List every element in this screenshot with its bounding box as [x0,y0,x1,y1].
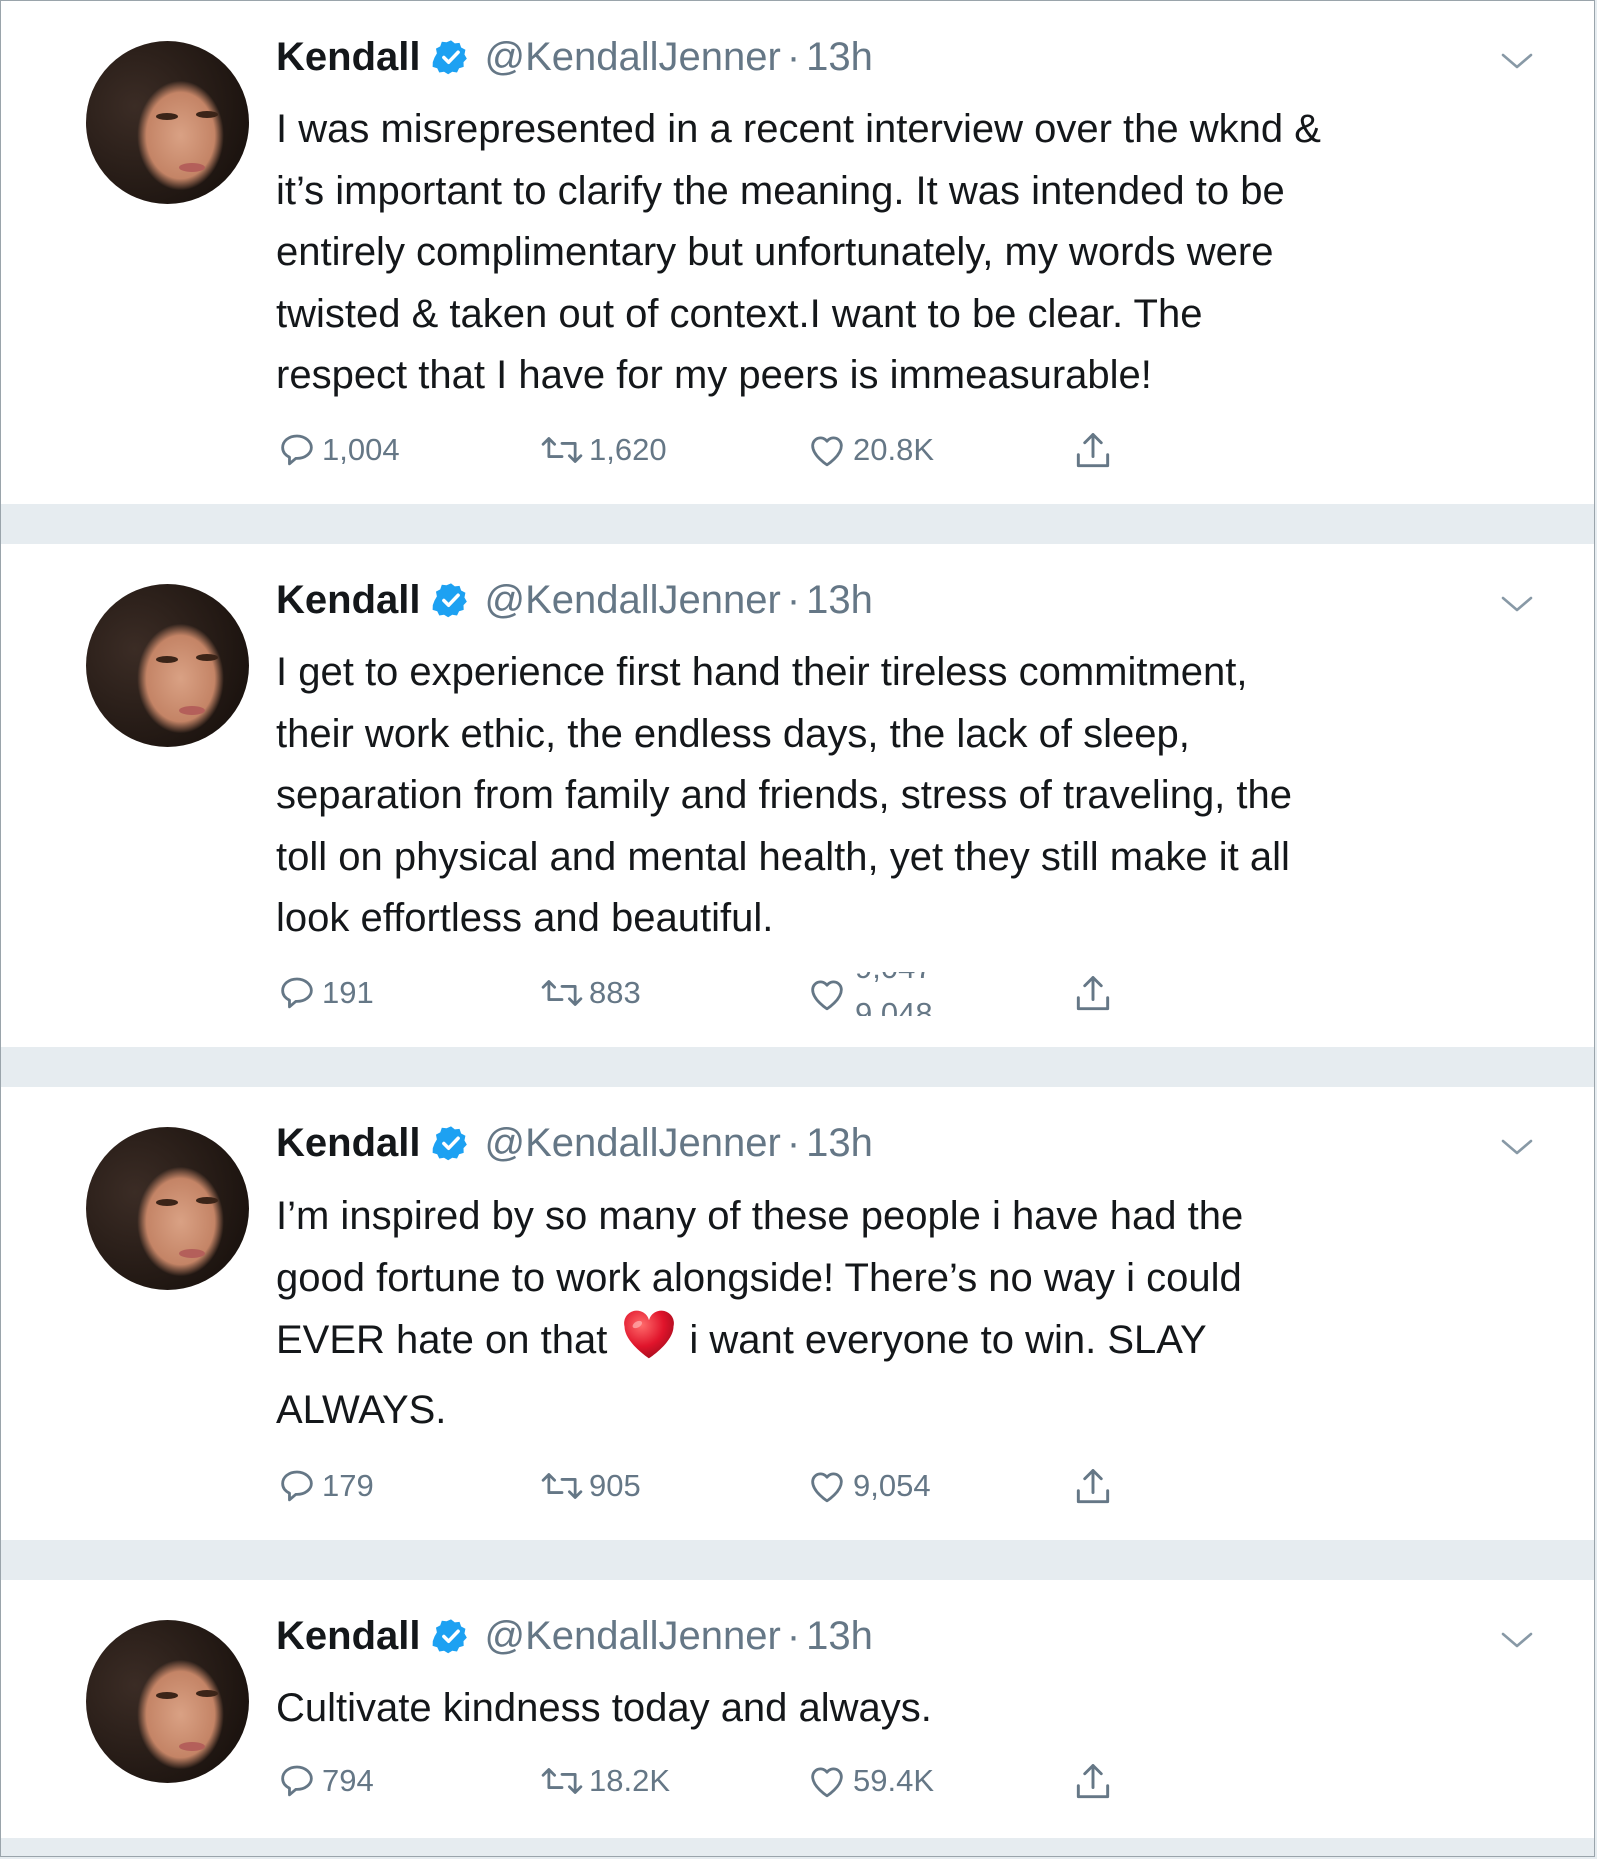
reply-count: 1,004 [322,432,400,467]
tweet-time[interactable]: 13h [806,33,873,81]
reply-button[interactable]: 1,004 [276,429,400,471]
avatar[interactable] [86,1127,249,1290]
avatar-eye-left [156,113,178,120]
tweet-3[interactable]: Kendall @KendallJenner · 13h I’m inspire… [1,1087,1594,1540]
tweet-text: Cultivate kindness today and always. [276,1686,932,1730]
tweet-time[interactable]: 13h [806,1612,873,1660]
verified-badge-icon [432,581,470,619]
avatar-lips [179,1249,205,1258]
avatar-eye-left [156,1692,178,1699]
avatar-eye-right [196,1197,218,1204]
like-button[interactable]: 9,047 9,048 [805,972,945,1016]
reply-button[interactable]: 794 [276,1760,374,1802]
reply-icon [281,1765,313,1797]
author-name[interactable]: Kendall [276,576,420,624]
share-icon [1076,433,1110,468]
tweet-time[interactable]: 13h [806,1119,873,1167]
reply-icon [281,434,313,466]
heart-icon [811,1472,843,1503]
like-count-previous: 9,047 [855,972,933,986]
retweet-button[interactable]: 905 [539,1465,641,1507]
verified-badge-icon [432,38,470,76]
retweet-count: 905 [589,1468,641,1503]
share-icon [1076,1764,1110,1799]
reply-count: 179 [322,1468,374,1503]
tweet-text: I’m inspired by so many of these people … [276,1185,1566,1441]
chevron-down-icon[interactable] [1500,594,1534,619]
verified-badge-icon [432,1124,470,1162]
like-count: 9,054 [853,1468,931,1503]
tweet-4[interactable]: Kendall @KendallJenner · 13h Cultivate k… [1,1580,1594,1838]
retweet-button[interactable]: 1,620 [539,429,667,471]
heart-icon [811,1767,843,1798]
author-name[interactable]: Kendall [276,33,420,81]
avatar[interactable] [86,584,249,747]
tweet-header: Kendall @KendallJenner · 13h [276,1612,873,1660]
retweet-count: 883 [589,975,641,1010]
tweet-text: I was misrepresented in a recent intervi… [276,107,1321,397]
verified-badge-icon [432,1617,470,1655]
tweet-header: Kendall @KendallJenner · 13h [276,576,873,624]
retweet-button[interactable]: 883 [539,972,641,1014]
like-count: 20.8K [853,432,935,467]
author-handle[interactable]: @KendallJenner [484,33,780,81]
share-icon [1076,1469,1110,1504]
retweet-button[interactable]: 18.2K [539,1760,670,1802]
author-handle[interactable]: @KendallJenner [484,1119,780,1167]
avatar-eye-right [196,1690,218,1697]
share-button[interactable] [1071,1465,1119,1509]
like-button[interactable]: 9,054 [805,1465,931,1507]
retweet-count: 18.2K [589,1763,671,1798]
heart-icon [811,980,843,1011]
share-icon [1076,976,1110,1011]
avatar-eye-left [156,1199,178,1206]
chevron-down-icon[interactable] [1500,1137,1534,1162]
reply-icon [281,977,313,1009]
like-button[interactable]: 59.4K [805,1760,934,1802]
reply-count: 794 [322,1763,374,1798]
like-count-next: 9,048 [855,996,933,1016]
red-heart-emoji-icon [621,1309,677,1379]
avatar-lips [179,163,205,172]
tweet-header: Kendall @KendallJenner · 13h [276,1119,873,1167]
reply-button[interactable]: 191 [276,972,374,1014]
author-name[interactable]: Kendall [276,1612,420,1660]
reply-icon [281,1470,313,1502]
chevron-down-icon[interactable] [1500,1630,1534,1655]
share-button[interactable] [1071,1760,1119,1804]
share-button[interactable] [1071,972,1119,1016]
avatar[interactable] [86,41,249,204]
like-button[interactable]: 20.8K [805,429,934,471]
like-count-rolling: 9,047 9,048 [855,972,945,1016]
separator-dot: · [786,35,801,79]
avatar-eye-right [196,111,218,118]
tweet-time[interactable]: 13h [806,576,873,624]
tweet-text: I get to experience first hand their tir… [276,650,1293,940]
tweet-2[interactable]: Kendall @KendallJenner · 13h I get to ex… [1,544,1594,1047]
tweet-header: Kendall @KendallJenner · 13h [276,33,873,81]
avatar-eye-left [156,656,178,663]
avatar-eye-right [196,654,218,661]
like-count: 59.4K [853,1763,935,1798]
retweet-icon [541,980,583,1006]
chevron-down-icon[interactable] [1500,51,1534,76]
tweet-1[interactable]: Kendall @KendallJenner · 13h I was misre… [1,1,1594,504]
separator-dot: · [786,578,801,622]
reply-count: 191 [322,975,374,1010]
retweet-icon [541,1473,583,1499]
author-name[interactable]: Kendall [276,1119,420,1167]
author-handle[interactable]: @KendallJenner [484,576,780,624]
avatar-lips [179,1742,205,1751]
retweet-icon [541,437,583,463]
heart-icon [811,436,843,467]
avatar-lips [179,706,205,715]
reply-button[interactable]: 179 [276,1465,374,1507]
separator-dot: · [786,1614,801,1658]
retweet-count: 1,620 [589,432,667,467]
separator-dot: · [786,1121,801,1165]
avatar[interactable] [86,1620,249,1783]
author-handle[interactable]: @KendallJenner [484,1612,780,1660]
retweet-icon [541,1768,583,1794]
share-button[interactable] [1071,429,1119,473]
